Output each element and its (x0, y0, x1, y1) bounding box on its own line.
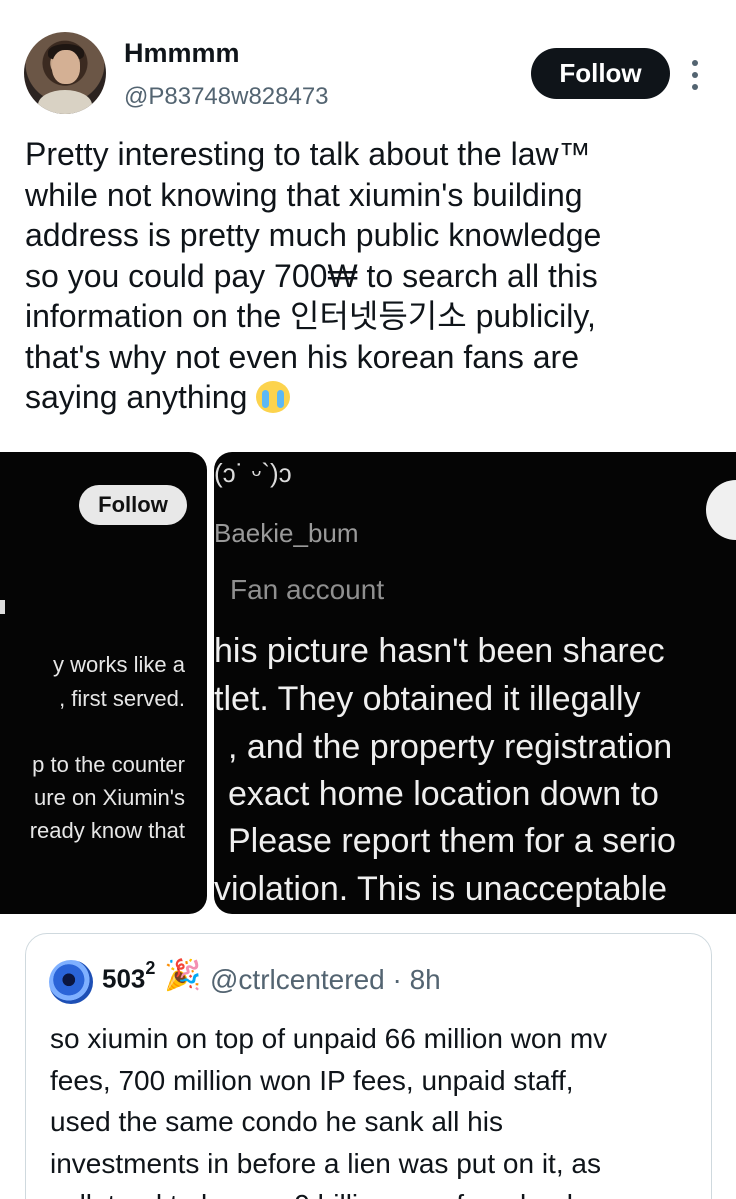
screenshot-text: y works like a (52, 652, 185, 677)
tweet-line: Pretty interesting to talk about the law… (25, 136, 591, 172)
tweet-line: information on the 인터넷등기소 publicily, (25, 298, 596, 334)
tweet-line: that's why not even his korean fans are (25, 338, 579, 375)
follow-button[interactable]: Follow (531, 48, 670, 99)
divider (0, 600, 5, 614)
screenshot-follow-button: Follow (79, 485, 187, 525)
screenshot-text: , and the property registration (228, 728, 673, 766)
quoted-line: fees, 700 million won IP fees, unpaid st… (50, 1064, 574, 1096)
quoted-tweet[interactable]: 5032 🎉 @ctrlcentered · 8h so xiumin on t… (25, 933, 712, 1199)
screenshot-text: , first served. (59, 686, 185, 711)
tweet: Hmmmm @P83748w828473 Follow Pretty inter… (0, 0, 736, 1199)
avatar[interactable] (24, 32, 106, 114)
screenshot-text: ready know that (29, 818, 185, 843)
screenshot-text: his picture hasn't been sharec (214, 632, 665, 670)
loudly-crying-face-icon (256, 381, 291, 413)
quoted-line: used the same condo he sank all his (50, 1106, 503, 1137)
party-popper-icon: 🎉 (164, 959, 202, 992)
quoted-name-sup: 2 (145, 958, 156, 978)
tweet-line: saying anything (25, 379, 248, 415)
screenshot-display-name: (ɔ˙ ᵕ`)ɔ (214, 458, 292, 488)
tweet-line: so you could pay 700₩ to search all this (25, 257, 598, 294)
quoted-line: so xiumin on top of unpaid 66 million wo… (50, 1023, 608, 1054)
screenshot-text: tlet. They obtained it illegally (214, 680, 641, 718)
tweet-line: address is pretty much public knowledge (25, 217, 602, 253)
tweet-line: while not knowing that xiumin's building (25, 176, 583, 213)
screenshot-text: ure on Xiumin's (34, 785, 185, 810)
more-options-icon[interactable] (688, 60, 702, 90)
quoted-line: investments in before a lien was put on … (50, 1147, 601, 1179)
screenshot-text: Please report them for a serio (228, 822, 676, 860)
tweet-text: Pretty interesting to talk about the law… (25, 134, 715, 418)
screenshot-text: violation. This is unacceptable (214, 870, 667, 908)
media-image-left[interactable]: Follow y works like a , first served. p … (0, 452, 207, 914)
screenshot-button (706, 480, 736, 540)
media-image-right[interactable]: (ɔ˙ ᵕ`)ɔ Baekie_bum Fan account his pict… (214, 452, 736, 914)
quoted-name-text: 503 (102, 963, 146, 994)
quoted-handle-time[interactable]: @ctrlcentered · 8h (210, 964, 441, 996)
quoted-display-name[interactable]: 5032 (102, 958, 155, 995)
screenshot-text: p to the counter (32, 752, 185, 777)
user-handle[interactable]: @P83748w828473 (124, 83, 329, 111)
screenshot-text: exact home location down to (228, 775, 659, 813)
quoted-avatar[interactable] (49, 960, 93, 1004)
screenshot-fan-label: Fan account (230, 574, 385, 605)
screenshot-username: Baekie_bum (214, 518, 359, 548)
quoted-line: collateral to borrow 9 billion won from … (50, 1184, 700, 1199)
quoted-text: so xiumin on top of unpaid 66 million wo… (50, 1018, 700, 1199)
display-name[interactable]: Hmmmm (124, 38, 240, 69)
